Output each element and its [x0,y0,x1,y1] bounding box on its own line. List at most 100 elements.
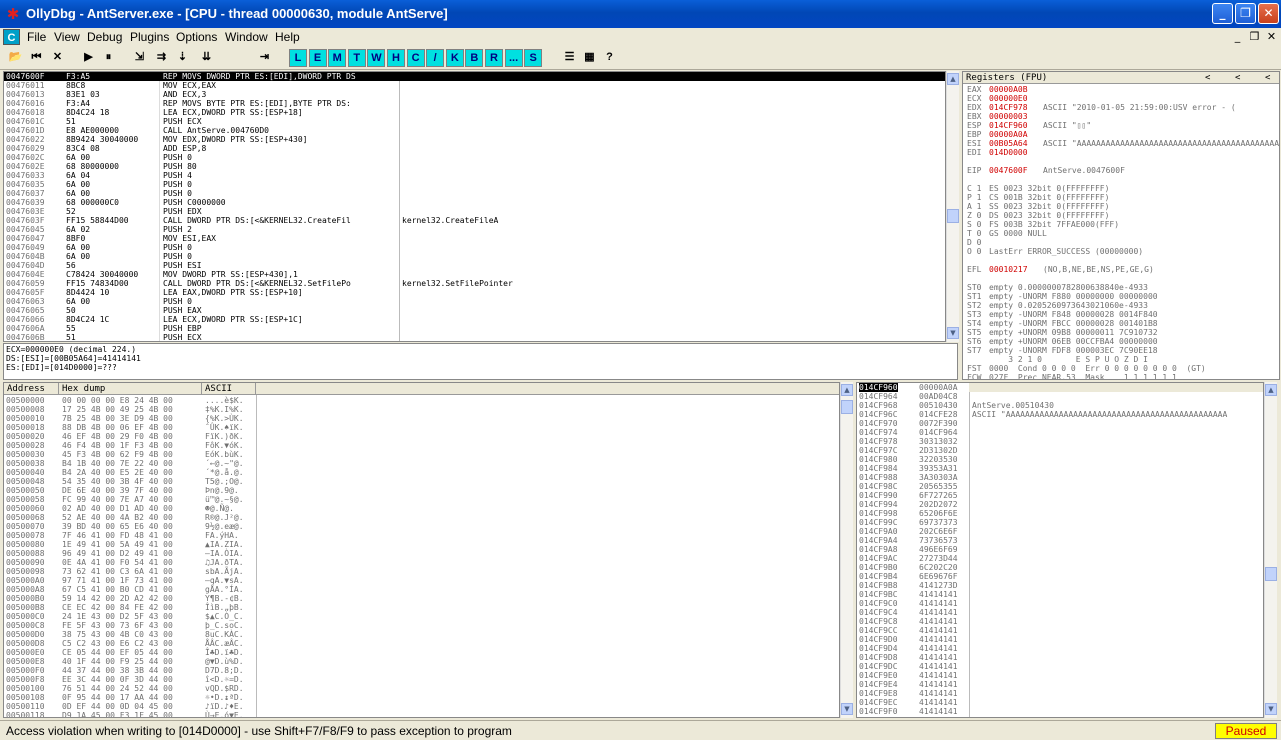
window-button-13[interactable]: S [524,49,543,67]
dump-row[interactable]: 00500068 52 AE 40 00 4A B2 40 00 R®@.J²@. [4,513,839,522]
disasm-row[interactable]: 00476033 6A 04 PUSH 4 [4,171,945,180]
register-line[interactable]: C 1 ES 0023 32bit 0(FFFFFFFF) [965,184,1279,193]
disasm-row[interactable]: 00476011 8BC8 MOV ECX,EAX [4,81,945,90]
dump-row[interactable]: 00500050 DE 6E 40 00 39 7F 40 00 Þn@.9@. [4,486,839,495]
hex-dump-pane[interactable]: Address Hex dump ASCII 00500000 00 00 00 … [3,382,840,718]
dump-scrollbar[interactable]: ▲ ▼ [840,382,853,718]
stack-row[interactable]: 014CF9B8 4141273D [857,581,1263,590]
disasm-row[interactable]: 0047604B 6A 00 PUSH 0 [4,252,945,261]
window-button-2[interactable]: E [308,49,327,67]
register-line[interactable]: ST3 empty -UNORM F848 00000028 0014F840 [965,310,1279,319]
register-line[interactable]: T 0 GS 0000 NULL [965,229,1279,238]
dump-row[interactable]: 00500118 D9 1A 45 00 F3 1F 45 00 Ù→E.ó▼E. [4,711,839,717]
dump-row[interactable]: 00500100 76 51 44 00 24 52 44 00 vQD.$RD. [4,684,839,693]
dump-header-hex[interactable]: Hex dump [59,383,202,395]
stack-row[interactable]: 014CF994 202D2072 [857,500,1263,509]
register-line[interactable]: ST6 empty +UNORM 06EB 00CCFBA4 00000000 [965,337,1279,346]
register-line[interactable]: ESI 00B05A64 ASCII "AAAAAAAAAAAAAAAAAAAAAA… [965,139,1279,148]
restart-icon[interactable]: ⏮ [27,49,46,67]
dump-row[interactable]: 005000F8 EE 3C 44 00 0F 3D 44 00 î<D.☼=D. [4,675,839,684]
register-line[interactable]: EBX 00000003 [965,112,1279,121]
register-line[interactable]: ST1 empty -UNORM F880 00000000 00000000 [965,292,1279,301]
dump-row[interactable]: 00500080 1E 49 41 00 5A 49 41 00 ▲IA.ZIA. [4,540,839,549]
stack-row[interactable]: 014CF9B4 6E69676F [857,572,1263,581]
mdi-minimize-icon[interactable]: _ [1230,29,1245,44]
stack-scrollbar[interactable]: ▲ ▼ [1264,382,1277,718]
menu-options[interactable]: Options [176,30,217,44]
stack-row[interactable]: 014CF9DC 41414141 [857,662,1263,671]
window-button-6[interactable]: H [387,49,405,67]
scroll-up-icon[interactable]: ▲ [841,384,853,396]
disasm-row[interactable]: 00476049 6A 00 PUSH 0 [4,243,945,252]
disasm-row[interactable]: 00476039 68 000000C0 PUSH C0000000 [4,198,945,207]
register-line[interactable] [965,256,1279,265]
step-over-icon[interactable]: ⇉ [152,49,171,67]
dump-row[interactable]: 00500098 73 62 41 00 C3 6A 41 00 sbA.ÃjA. [4,567,839,576]
dump-row[interactable]: 00500048 54 35 40 00 3B 4F 40 00 T5@.;O@. [4,477,839,486]
dump-row[interactable]: 005000A8 67 C5 41 00 B0 CD 41 00 gÅA.°ÍA. [4,585,839,594]
disasm-row[interactable]: 00476047 8BF0 MOV ESI,EAX [4,234,945,243]
register-line[interactable]: ST5 empty +UNORM 09B8 00000011 7C910732 [965,328,1279,337]
register-value[interactable]: 0047600F [989,166,1028,175]
stack-row[interactable]: 014CF9D0 41414141 [857,635,1263,644]
register-line[interactable]: S 0 FS 003B 32bit 7FFAE000(FFF) [965,220,1279,229]
stack-row[interactable]: 014CF9BC 41414141 [857,590,1263,599]
scroll-down-icon[interactable]: ▼ [947,327,959,339]
register-line[interactable]: EDI 014D0000 [965,148,1279,157]
dump-header-ascii[interactable]: ASCII [202,383,256,395]
register-line[interactable]: ECX 000000E0 [965,94,1279,103]
window-button-3[interactable]: M [328,49,347,67]
disasm-row[interactable]: 0047600F F3:A5 REP MOVS DWORD PTR ES:[EDI]… [4,72,945,81]
close-button[interactable]: ✕ [1258,3,1279,24]
window-button-1[interactable]: L [289,49,307,67]
stack-row[interactable]: 014CF984 39353A31 [857,464,1263,473]
maximize-button[interactable]: ❐ [1235,3,1256,24]
stack-row[interactable]: 014CF9A8 496E6F69 [857,545,1263,554]
stack-row[interactable]: 014CF98C 20565355 [857,482,1263,491]
disasm-row[interactable]: 00476016 F3:A4 REP MOVS BYTE PTR ES:[EDI],… [4,99,945,108]
stack-row[interactable]: 014CF978 30313032 [857,437,1263,446]
scroll-down-icon[interactable]: ▼ [1265,703,1277,715]
stack-row[interactable]: 014CF9E0 41414141 [857,671,1263,680]
registers-nav-prev-3[interactable]: < [1265,72,1270,84]
register-line[interactable]: ST0 empty 0.0000000782800638840e-4933 [965,283,1279,292]
dump-row[interactable]: 00500070 39 BD 40 00 65 E6 40 00 9½@.eæ@. [4,522,839,531]
window-button-9[interactable]: K [445,49,464,67]
menu-window[interactable]: Window [225,30,268,44]
dump-row[interactable]: 005000C0 24 1E 43 00 D2 5F 43 00 $▲C.Ò_C. [4,612,839,621]
register-value[interactable]: 014D0000 [989,148,1028,157]
stack-row[interactable]: 014CF9E4 41414141 [857,680,1263,689]
stack-row[interactable]: 014CF968 00510430 AntServe.00510430 [857,401,1263,410]
disasm-row[interactable]: 0047606B 51 PUSH ECX [4,333,945,341]
stack-row[interactable]: 014CF974 014CF964 [857,428,1263,437]
disasm-row[interactable]: 00476059 FF15 74834D00 CALL DWORD PTR DS:[… [4,279,945,288]
dump-row[interactable]: 005000B8 CE EC 42 00 84 FE 42 00 ÎìB.„þB. [4,603,839,612]
stack-row[interactable]: 014CF964 00AD04C8 [857,392,1263,401]
dump-row[interactable]: 00500040 B4 2A 40 00 E5 2E 40 00 ´*@.å.@. [4,468,839,477]
scroll-down-icon[interactable]: ▼ [841,703,853,715]
dump-row[interactable]: 005000B0 59 14 42 00 2D A2 42 00 Y¶B.-¢B. [4,594,839,603]
register-value[interactable]: 014CF978 [989,103,1028,112]
dump-row[interactable]: 00500110 0D EF 44 00 0D 04 45 00 ♪ïD.♪♦E. [4,702,839,711]
dump-row[interactable]: 005000E8 40 1F 44 00 F9 25 44 00 @▼D.ù%D. [4,657,839,666]
register-line[interactable]: Z 0 DS 0023 32bit 0(FFFFFFFF) [965,211,1279,220]
window-button-5[interactable]: W [367,49,386,67]
dump-row[interactable]: 00500018 88 DB 4B 00 06 EF 4B 00 ˆÛK.♠ïK. [4,423,839,432]
register-line[interactable]: D 0 [965,238,1279,247]
list-icon[interactable]: ☰ [560,49,579,67]
step-into-icon[interactable]: ⇲ [130,49,149,67]
disasm-row[interactable]: 0047603F FF15 58844D00 CALL DWORD PTR DS:[… [4,216,945,225]
menu-file[interactable]: File [27,30,46,44]
stack-row[interactable]: 014CF9A0 202C6E6F [857,527,1263,536]
register-line[interactable] [965,157,1279,166]
register-value[interactable]: 00B05A64 [989,139,1028,148]
dump-row[interactable]: 00500108 0F 95 44 00 17 AA 44 00 ☼•D.↨ªD. [4,693,839,702]
window-button-7[interactable]: C [406,49,425,67]
register-line[interactable] [965,175,1279,184]
disasm-row[interactable]: 0047602E 68 80000000 PUSH 80 [4,162,945,171]
scroll-thumb[interactable] [841,400,853,414]
minimize-button[interactable]: _ [1212,3,1233,24]
dump-row[interactable]: 00500030 45 F3 4B 00 62 F9 4B 00 EóK.bùK. [4,450,839,459]
dump-row[interactable]: 00500020 46 EF 4B 00 29 F0 4B 00 FïK.)ðK. [4,432,839,441]
trace-into-icon[interactable]: ⇣ [173,49,192,67]
